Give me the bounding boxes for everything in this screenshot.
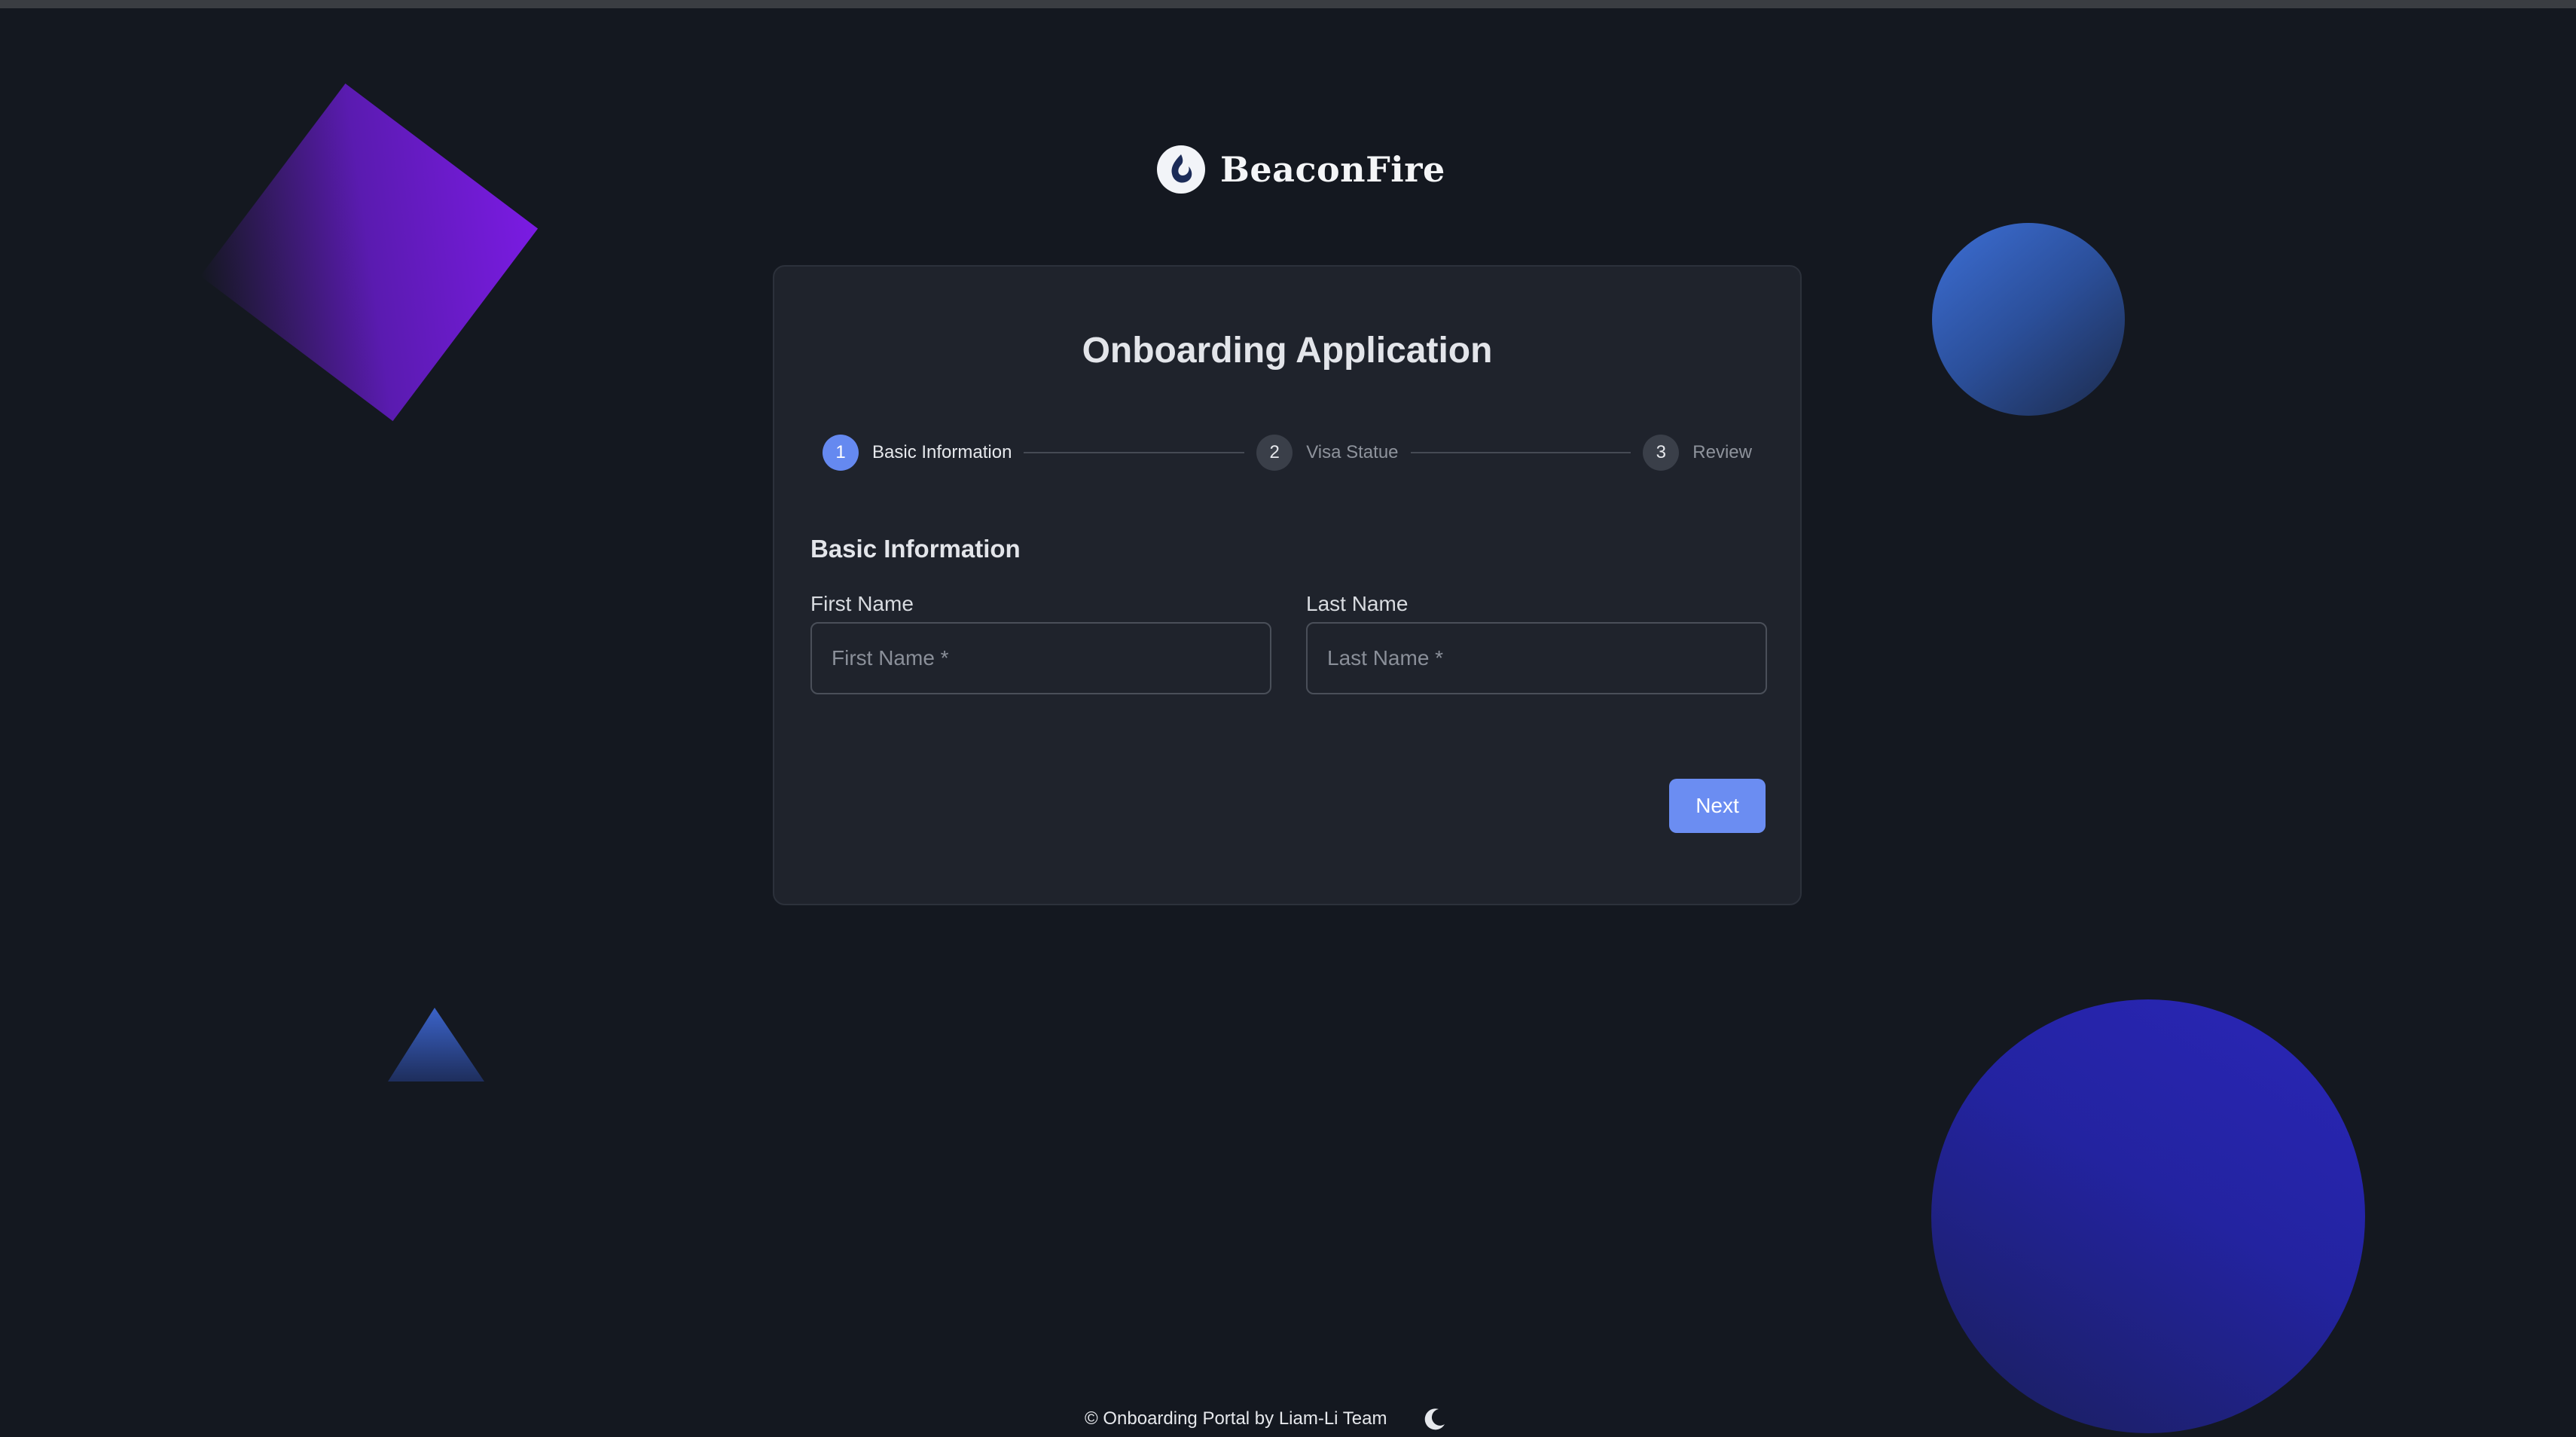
- moon-icon[interactable]: [1421, 1405, 1448, 1432]
- first-name-label: First Name: [810, 592, 914, 615]
- step-label: Review: [1692, 442, 1752, 462]
- next-button[interactable]: Next: [1669, 779, 1766, 833]
- brand-logo[interactable]: BeaconFire: [1157, 143, 1445, 196]
- last-name-label: Last Name: [1306, 592, 1409, 615]
- step-number: 3: [1643, 435, 1680, 471]
- decorative-purple-diamond: [200, 83, 539, 422]
- first-name-input[interactable]: [810, 622, 1271, 694]
- step-connector: [1024, 452, 1245, 453]
- decorative-blue-triangle: [388, 1008, 484, 1082]
- step-basic-information[interactable]: 1 Basic Information: [823, 435, 1012, 471]
- browser-top-bar: [0, 0, 2576, 8]
- section-title: Basic Information: [810, 535, 1021, 563]
- last-name-input[interactable]: [1306, 622, 1767, 694]
- step-label: Visa Statue: [1306, 442, 1399, 462]
- brand-name: BeaconFire: [1220, 149, 1445, 190]
- step-connector: [1410, 452, 1631, 453]
- flame-droplet-icon: [1157, 145, 1205, 194]
- step-visa-status[interactable]: 2 Visa Statue: [1256, 435, 1399, 471]
- footer-copyright: © Onboarding Portal by Liam-Li Team: [1085, 1408, 1387, 1429]
- step-number: 1: [823, 435, 859, 471]
- first-name-field: First Name: [810, 592, 1271, 694]
- stepper: 1 Basic Information 2 Visa Statue 3 Revi…: [823, 434, 1752, 471]
- decorative-indigo-sphere: [1931, 999, 2365, 1433]
- step-number: 2: [1256, 435, 1293, 471]
- last-name-field: Last Name: [1306, 592, 1767, 694]
- footer: © Onboarding Portal by Liam-Li Team: [1085, 1405, 1448, 1432]
- decorative-blue-sphere: [1932, 223, 2125, 416]
- onboarding-card: Onboarding Application 1 Basic Informati…: [773, 265, 1802, 905]
- step-review[interactable]: 3 Review: [1643, 435, 1752, 471]
- step-label: Basic Information: [872, 442, 1012, 462]
- page-title: Onboarding Application: [1082, 331, 1493, 371]
